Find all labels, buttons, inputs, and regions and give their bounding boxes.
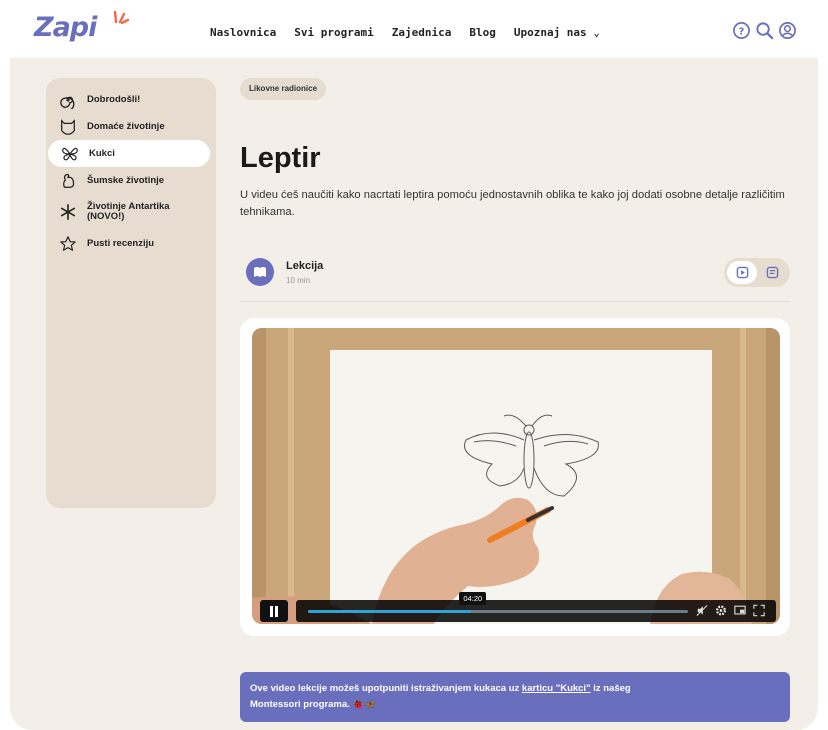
sidebar-item-domace-zivotinje[interactable]: Domaće životinje bbox=[46, 113, 216, 140]
sidebar-item-label: Pusti recenziju bbox=[87, 237, 155, 249]
time-tooltip: 04:20 bbox=[459, 592, 487, 605]
text-view-icon bbox=[766, 266, 778, 279]
butterfly-icon bbox=[60, 144, 80, 164]
snowflake-icon bbox=[58, 202, 78, 222]
sidebar-item-label: Kukci bbox=[89, 147, 115, 159]
course-page: Dobrodošli! Domaće životinje Kukci Šumsk… bbox=[10, 58, 818, 730]
info-text-3: Montessori programa. 🐞🦋 bbox=[250, 699, 377, 710]
sidebar-item-label: Domaće životinje bbox=[87, 120, 165, 132]
top-navigation-bar: Zapi Naslovnica Svi programi Zajednica B… bbox=[0, 0, 828, 58]
sidebar-item-label: Dobrodošli! bbox=[87, 93, 141, 105]
pause-icon bbox=[270, 605, 278, 617]
sidebar-item-pusti-recenziju[interactable]: Pusti recenziju bbox=[46, 230, 216, 257]
nav-svi-programi[interactable]: Svi programi bbox=[294, 26, 373, 39]
cat-icon bbox=[58, 117, 78, 137]
video-view-icon bbox=[736, 266, 748, 279]
sidebar-item-label: Šumske životinje bbox=[87, 174, 165, 186]
spiral-icon bbox=[58, 90, 78, 110]
lesson-duration: 10 min bbox=[286, 276, 311, 285]
video-player[interactable]: 04:20 bbox=[252, 328, 780, 624]
nav-naslovnica[interactable]: Naslovnica bbox=[210, 26, 276, 39]
category-chip[interactable]: Likovne radionice bbox=[240, 78, 327, 100]
info-text-1: Ove video lekcije možeš upotpuniti istra… bbox=[250, 683, 522, 694]
lesson-header: Lekcija 10 min bbox=[240, 254, 790, 302]
played-progress bbox=[308, 610, 472, 613]
mute-icon[interactable] bbox=[696, 604, 708, 617]
search-icon[interactable] bbox=[755, 21, 774, 40]
logo-text: Zapi bbox=[34, 12, 97, 43]
picture-in-picture-icon[interactable] bbox=[734, 604, 746, 617]
account-icon[interactable] bbox=[778, 21, 797, 40]
view-toggle bbox=[724, 258, 790, 287]
sidebar-item-kukci[interactable]: Kukci bbox=[48, 140, 210, 167]
pause-button[interactable] bbox=[260, 600, 288, 622]
book-icon bbox=[246, 258, 274, 286]
page-title: Leptir bbox=[240, 142, 321, 174]
fullscreen-icon[interactable] bbox=[753, 604, 765, 617]
info-banner: Ove video lekcije možeš upotpuniti istra… bbox=[240, 672, 790, 722]
nav-zajednica[interactable]: Zajednica bbox=[392, 26, 452, 39]
nav-blog[interactable]: Blog bbox=[469, 26, 496, 39]
sidebar-item-sumske-zivotinje[interactable]: Šumske životinje bbox=[46, 167, 216, 194]
sidebar-item-label-wrap: Životinje Antartika (NOVO!) bbox=[87, 202, 170, 222]
kukci-card-link[interactable]: karticu "Kukci" bbox=[522, 683, 591, 694]
main-nav: Naslovnica Svi programi Zajednica Blog U… bbox=[210, 26, 618, 39]
progress-bar: 04:20 bbox=[296, 592, 776, 622]
video-view-button[interactable] bbox=[727, 261, 757, 284]
lesson-title: Lekcija bbox=[286, 260, 324, 272]
settings-icon[interactable] bbox=[715, 604, 727, 617]
control-icons bbox=[696, 604, 765, 617]
video-card: 04:20 bbox=[240, 318, 790, 636]
svg-text:?: ? bbox=[739, 26, 745, 37]
lesson-description: U videu ćeš naučiti kako nacrtati leptir… bbox=[240, 189, 785, 218]
course-sidebar: Dobrodošli! Domaće životinje Kukci Šumsk… bbox=[46, 78, 216, 508]
zapi-logo[interactable]: Zapi bbox=[34, 10, 130, 48]
sidebar-item-dobrodosli[interactable]: Dobrodošli! bbox=[46, 86, 216, 113]
sidebar-item-zivotinje-antartika[interactable]: Životinje Antartika (NOVO!) bbox=[46, 194, 216, 230]
info-text-2: iz našeg bbox=[590, 683, 631, 694]
video-controls: 04:20 bbox=[252, 592, 780, 624]
squirrel-icon bbox=[58, 171, 78, 191]
help-icon[interactable]: ? bbox=[732, 21, 751, 40]
sidebar-item-new-tag: (NOVO!) bbox=[87, 211, 125, 222]
text-view-button[interactable] bbox=[757, 261, 787, 284]
nav-upoznaj-nas[interactable]: Upoznaj nas ⌄ bbox=[514, 26, 600, 39]
logo-rays-icon bbox=[113, 10, 130, 24]
star-icon bbox=[58, 234, 78, 254]
video-frame-image bbox=[252, 328, 780, 624]
seek-track[interactable]: 04:20 bbox=[308, 592, 688, 613]
header-icons: ? bbox=[732, 21, 797, 40]
